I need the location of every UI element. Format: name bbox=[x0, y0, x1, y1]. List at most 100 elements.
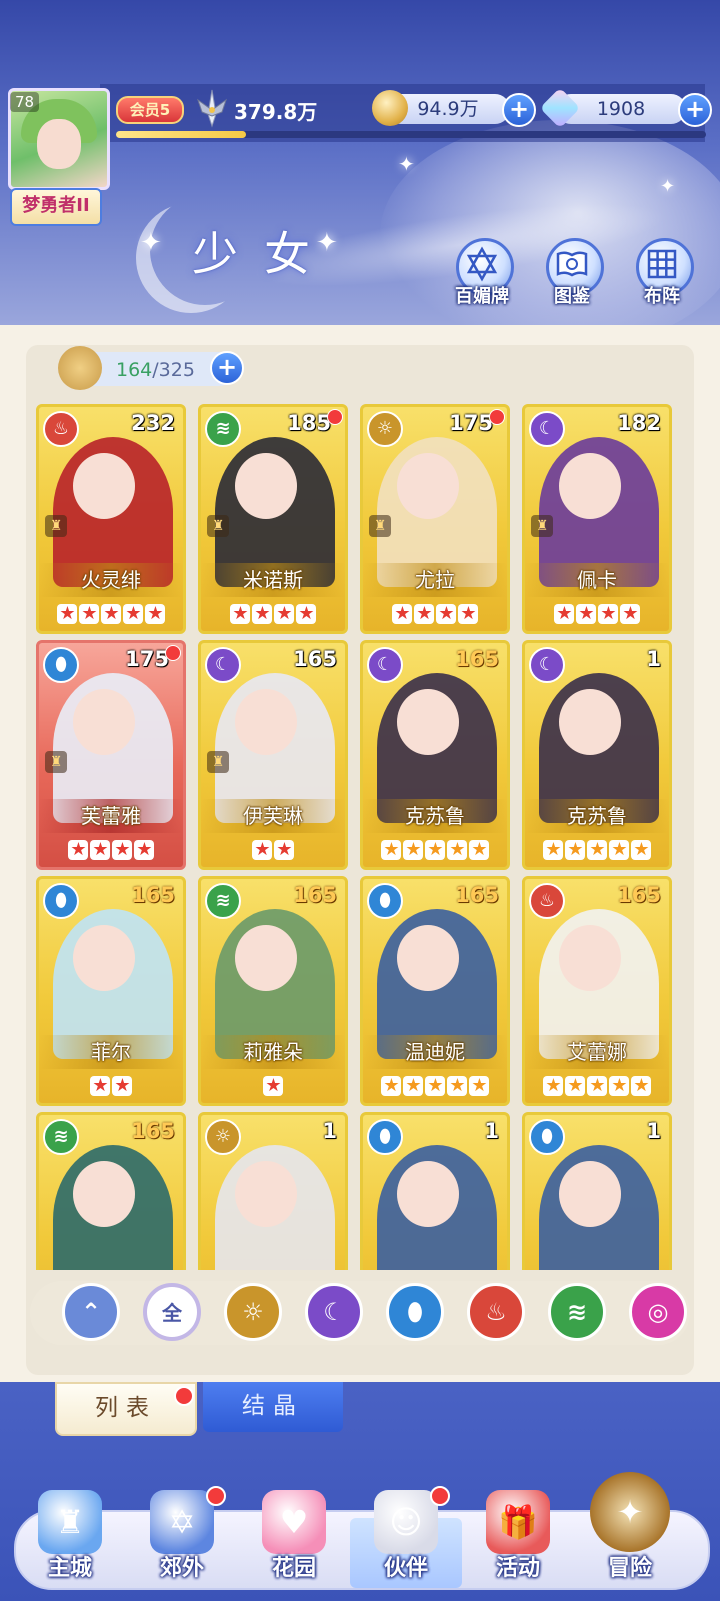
moon-icon[interactable]: ☾ bbox=[305, 1283, 363, 1341]
partner-name: 火灵绯 bbox=[81, 568, 141, 592]
flame-icon[interactable]: ♨ bbox=[467, 1283, 525, 1341]
orbit-icon[interactable]: ◎ bbox=[629, 1283, 687, 1341]
star-icon: ★ bbox=[57, 604, 77, 624]
star-icon: ★ bbox=[381, 840, 401, 860]
nav-heart[interactable]: ♥ 花园 bbox=[244, 1490, 344, 1590]
partner-card[interactable]: ☾ 165 克苏鲁 ★ ★ ★ ★ ★ bbox=[360, 640, 510, 870]
star-icon: ★ bbox=[447, 1076, 467, 1096]
wind-element-icon: ≋ bbox=[43, 1119, 79, 1155]
nav-label: 花园 bbox=[271, 1556, 316, 1581]
partner-name: 艾蕾娜 bbox=[567, 1040, 627, 1064]
all-icon[interactable]: 全 bbox=[143, 1283, 201, 1341]
codex-button[interactable]: 图鉴 bbox=[540, 238, 604, 310]
gem-amount: 1908 bbox=[596, 98, 646, 120]
water-element-icon: ⬮ bbox=[43, 883, 79, 919]
star-icon: ★ bbox=[598, 604, 618, 624]
exp-progress-bar bbox=[116, 131, 706, 138]
formation-button[interactable]: 布阵 bbox=[630, 238, 694, 310]
partner-level: 165 bbox=[131, 1119, 175, 1143]
card-deck-button[interactable]: 百媚牌 bbox=[450, 238, 514, 310]
star-icon: ★ bbox=[565, 1076, 585, 1096]
star-icon: ★ bbox=[274, 840, 294, 860]
nav-compass[interactable]: ✦ 冒险 bbox=[580, 1472, 680, 1590]
nav-label: 主城 bbox=[47, 1556, 92, 1581]
gold-coin-icon bbox=[372, 90, 408, 126]
player-title-badge[interactable]: 梦勇者II bbox=[10, 188, 102, 226]
dark-element-icon: ☾ bbox=[367, 647, 403, 683]
rank-chess-icon: ♜ bbox=[531, 515, 553, 537]
partner-face bbox=[73, 1161, 135, 1227]
partner-card[interactable]: ☾ 1 克苏鲁 ★ ★ ★ ★ ★ bbox=[522, 640, 672, 870]
player-level: 78 bbox=[10, 92, 40, 112]
star-icon: ★ bbox=[145, 604, 165, 624]
nav-partner-avatar[interactable]: ☺ 伙伴 bbox=[350, 1486, 462, 1590]
star-icon: ★ bbox=[587, 840, 607, 860]
roster-capacity: /325 bbox=[152, 359, 195, 381]
partner-level: 232 bbox=[131, 411, 175, 435]
add-gold-button[interactable]: + bbox=[502, 93, 536, 127]
dark-element-icon: ☾ bbox=[205, 647, 241, 683]
partner-level: 175 bbox=[125, 647, 169, 671]
partner-card[interactable]: ≋ 185 ♜ 米诺斯 ★ ★ ★ ★ bbox=[198, 404, 348, 634]
partner-card[interactable]: ♨ 232 ♜ 火灵绯 ★ ★ ★ ★ ★ bbox=[36, 404, 186, 634]
partner-card[interactable]: ☾ 182 ♜ 佩卡 ★ ★ ★ ★ bbox=[522, 404, 672, 634]
partner-card[interactable]: ⬮ 165 菲尔 ★ ★ bbox=[36, 876, 186, 1106]
vip-badge[interactable]: 会员5 bbox=[116, 96, 184, 124]
nav-label: 郊外 bbox=[159, 1556, 204, 1581]
star-rating: ★ ★ ★ ★ bbox=[201, 600, 345, 625]
star-icon: ★ bbox=[469, 840, 489, 860]
partner-card[interactable]: ≋ 165 bbox=[36, 1112, 186, 1270]
star-icon: ★ bbox=[436, 604, 456, 624]
roster-count-text: 164/325 bbox=[116, 359, 195, 381]
combat-power: 379.8万 bbox=[234, 100, 318, 124]
partner-card[interactable]: ⬮ 1 bbox=[522, 1112, 672, 1270]
partner-name: 温迪妮 bbox=[405, 1040, 465, 1064]
partner-card[interactable]: ≋ 165 莉雅朵 ★ bbox=[198, 876, 348, 1106]
tab-list-notification-dot bbox=[174, 1386, 194, 1406]
partner-face bbox=[73, 925, 135, 991]
rank-chess-icon: ♜ bbox=[207, 515, 229, 537]
partner-card-grid[interactable]: ♨ 232 ♜ 火灵绯 ★ ★ ★ ★ ★ ≋ 185 ♜ 米诺斯 ★ ★ ★ ★ ☼ 175 ♜ 尤拉 ★ ★ ★ ★ ☾ 182… bbox=[36, 404, 684, 1270]
star-icon: ★ bbox=[425, 1076, 445, 1096]
formation-label: 布阵 bbox=[644, 286, 680, 307]
nav-label: 伙伴 bbox=[383, 1556, 428, 1581]
wind-icon[interactable]: ≋ bbox=[548, 1283, 606, 1341]
sun-icon[interactable]: ☼ bbox=[224, 1283, 282, 1341]
star-of-david-icon bbox=[466, 246, 498, 282]
castle-icon: ♜ bbox=[38, 1490, 102, 1554]
tab-crystal[interactable]: 结晶 bbox=[203, 1382, 343, 1432]
star-icon: ★ bbox=[609, 840, 629, 860]
wind-element-icon: ≋ bbox=[205, 411, 241, 447]
add-gem-button[interactable]: + bbox=[678, 93, 712, 127]
star-icon: ★ bbox=[414, 604, 434, 624]
partner-card[interactable]: ⬮ 1 bbox=[360, 1112, 510, 1270]
partner-level: 165 bbox=[617, 883, 661, 907]
nav-notification-dot bbox=[430, 1486, 450, 1506]
star-icon: ★ bbox=[565, 840, 585, 860]
grid-icon bbox=[647, 249, 677, 279]
roster-owned: 164 bbox=[116, 359, 153, 381]
partner-card[interactable]: ☼ 175 ♜ 尤拉 ★ ★ ★ ★ bbox=[360, 404, 510, 634]
nav-gift[interactable]: 🎁 活动 bbox=[468, 1490, 568, 1590]
nav-label: 冒险 bbox=[607, 1556, 652, 1581]
partner-name: 菲尔 bbox=[91, 1040, 131, 1064]
partner-card[interactable]: ☼ 1 bbox=[198, 1112, 348, 1270]
nav-castle[interactable]: ♜ 主城 bbox=[20, 1490, 120, 1590]
partner-card[interactable]: ♨ 165 艾蕾娜 ★ ★ ★ ★ ★ bbox=[522, 876, 672, 1106]
star-rating: ★ ★ ★ ★ ★ bbox=[363, 1072, 507, 1097]
expand-roster-button[interactable]: + bbox=[210, 351, 244, 385]
partner-card[interactable]: ⬮ 165 温迪妮 ★ ★ ★ ★ ★ bbox=[360, 876, 510, 1106]
nav-magic-circle[interactable]: ✡ 郊外 bbox=[132, 1486, 232, 1590]
star-icon: ★ bbox=[230, 604, 250, 624]
rank-chess-icon: ♜ bbox=[369, 515, 391, 537]
water-element-icon: ⬮ bbox=[367, 883, 403, 919]
partner-card[interactable]: ☾ 165 ♜ 伊芙琳 ★ ★ bbox=[198, 640, 348, 870]
sort-up-icon[interactable]: ⌃ bbox=[62, 1283, 120, 1341]
water-drop-icon[interactable]: ⬮ bbox=[386, 1283, 444, 1341]
star-icon: ★ bbox=[112, 840, 132, 860]
star-icon: ★ bbox=[123, 604, 143, 624]
notification-dot bbox=[327, 409, 343, 425]
star-rating: ★ ★ ★ ★ bbox=[525, 600, 669, 625]
water-element-icon: ⬮ bbox=[43, 647, 79, 683]
partner-card[interactable]: ⬮ 175 ♜ 芙蕾雅 ★ ★ ★ ★ bbox=[36, 640, 186, 870]
